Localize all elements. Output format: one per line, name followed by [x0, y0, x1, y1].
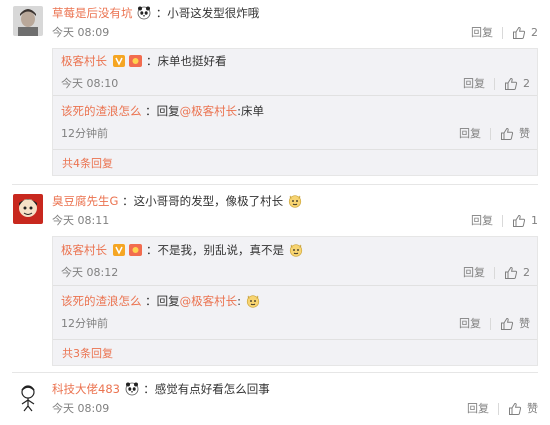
reply-time: 今天 08:10 [61, 77, 119, 90]
reply-button[interactable]: 回复 [471, 212, 493, 230]
comment-thread: 臭豆腐先生G ：这小哥哥的发型，像极了村长 今天 08:11 回复 1 极客村长… [0, 188, 550, 368]
comment-time: 今天 08:09 [52, 402, 110, 415]
dog-face-emoji-icon [289, 244, 302, 257]
like-button[interactable]: 赞 [500, 125, 530, 143]
reply-item: 该死的渣浪怎么 ：回复@极客村长: 12分钟前 回复 赞 [61, 293, 530, 333]
thumb-up-icon [505, 77, 518, 90]
reply-meta: 今天 08:12 回复 2 [61, 264, 530, 282]
avatar[interactable] [13, 6, 43, 36]
reply-button[interactable]: 回复 [459, 315, 481, 333]
divider [12, 372, 538, 373]
thumb-up-icon [509, 402, 522, 415]
reply-text: ：不是我，别乱说，真不是 [145, 243, 284, 257]
like-button[interactable]: 2 [504, 75, 530, 93]
reply-box: 极客村长 ：床单也挺好看 今天 08:10 回复 2 该死的渣浪怎么 ：回复@极… [52, 48, 538, 176]
like-button[interactable]: 赞 [508, 400, 538, 418]
comment-thread: 草莓是后没有坑 ：小哥这发型很炸哦 今天 08:09 回复 2 极客村长 ：床单… [0, 0, 550, 176]
reply-text: ：回复 [145, 294, 180, 308]
comment-text: ：感觉有点好看怎么回事 [143, 382, 270, 396]
reply-text: ：床单也挺好看 [145, 54, 227, 68]
comment-username[interactable]: 臭豆腐先生G [52, 194, 118, 208]
like-button[interactable]: 赞 [500, 315, 530, 333]
like-count: 赞 [519, 127, 530, 140]
divider [502, 27, 503, 39]
panda-emoji-icon [125, 382, 139, 396]
reply-text: ：回复 [145, 104, 180, 118]
more-replies-link[interactable]: 共3条回复 [62, 345, 113, 361]
comment-time: 今天 08:11 [52, 214, 110, 227]
divider [494, 267, 495, 279]
comment-time: 今天 08:09 [52, 26, 110, 39]
reply-item: 极客村长 ：不是我，别乱说，真不是 今天 08:12 回复 2 [61, 242, 530, 282]
comment-text: ：小哥这发型很炸哦 [155, 6, 260, 20]
like-count: 1 [531, 214, 538, 227]
comment-meta: 今天 08:09 回复 赞 [52, 400, 538, 418]
reply-button[interactable]: 回复 [463, 264, 485, 282]
divider [490, 128, 491, 140]
thumb-up-icon [501, 127, 514, 140]
reply-text-after: :床单 [237, 104, 265, 118]
like-count: 赞 [527, 402, 538, 415]
comment-username[interactable]: 科技大佬483 [52, 382, 120, 396]
comment-text: ：这小哥哥的发型，像极了村长 [122, 194, 284, 208]
divider [12, 184, 538, 185]
divider [53, 285, 537, 286]
divider [498, 403, 499, 415]
reply-username[interactable]: 极客村长 [61, 54, 107, 68]
avatar[interactable] [13, 194, 43, 224]
more-replies-link[interactable]: 共4条回复 [62, 155, 113, 171]
comment-meta: 今天 08:11 回复 1 [52, 212, 538, 230]
divider [53, 149, 537, 150]
comment-meta: 今天 08:09 回复 2 [52, 24, 538, 42]
reply-item: 该死的渣浪怎么 ：回复@极客村长:床单 12分钟前 回复 赞 [61, 103, 530, 143]
level-badge-icon [129, 55, 143, 67]
reply-button[interactable]: 回复 [459, 125, 481, 143]
thumb-up-icon [513, 26, 526, 39]
thumb-up-icon [501, 317, 514, 330]
dog-face-emoji-icon [288, 195, 301, 208]
comment-username[interactable]: 草莓是后没有坑 [52, 6, 133, 20]
reply-meta: 今天 08:10 回复 2 [61, 75, 530, 93]
like-count: 2 [523, 77, 530, 90]
avatar[interactable] [13, 382, 43, 412]
divider [53, 339, 537, 340]
reply-item: 极客村长 ：床单也挺好看 今天 08:10 回复 2 [61, 53, 530, 93]
reply-button[interactable]: 回复 [467, 400, 489, 418]
reply-text-after: : [237, 294, 242, 308]
level-badge-icon [129, 244, 143, 256]
reply-meta: 12分钟前 回复 赞 [61, 315, 530, 333]
reply-time: 12分钟前 [61, 127, 108, 140]
like-count: 2 [531, 26, 538, 39]
vip-v-icon [112, 55, 125, 67]
like-button[interactable]: 2 [504, 264, 530, 282]
comment-thread: 科技大佬483 ：感觉有点好看怎么回事 今天 08:09 回复 赞 [0, 376, 550, 425]
divider [490, 318, 491, 330]
mention-link[interactable]: @极客村长 [180, 104, 238, 118]
reply-username[interactable]: 该死的渣浪怎么 [61, 104, 142, 118]
reply-button[interactable]: 回复 [463, 75, 485, 93]
panda-emoji-icon [137, 6, 151, 20]
divider [494, 78, 495, 90]
thumb-up-icon [505, 266, 518, 279]
mention-link[interactable]: @极客村长 [180, 294, 238, 308]
reply-button[interactable]: 回复 [471, 24, 493, 42]
reply-username[interactable]: 极客村长 [61, 243, 107, 257]
reply-time: 今天 08:12 [61, 266, 119, 279]
like-count: 2 [523, 266, 530, 279]
reply-time: 12分钟前 [61, 317, 108, 330]
reply-meta: 12分钟前 回复 赞 [61, 125, 530, 143]
thumb-up-icon [513, 214, 526, 227]
like-count: 赞 [519, 317, 530, 330]
like-button[interactable]: 1 [512, 212, 538, 230]
like-button[interactable]: 2 [512, 24, 538, 42]
vip-v-icon [112, 244, 125, 256]
dog-face-emoji-icon [246, 295, 259, 308]
reply-box: 极客村长 ：不是我，别乱说，真不是 今天 08:12 回复 2 该死的渣浪怎么 … [52, 236, 538, 366]
divider [53, 95, 537, 96]
divider [502, 215, 503, 227]
reply-username[interactable]: 该死的渣浪怎么 [61, 294, 142, 308]
